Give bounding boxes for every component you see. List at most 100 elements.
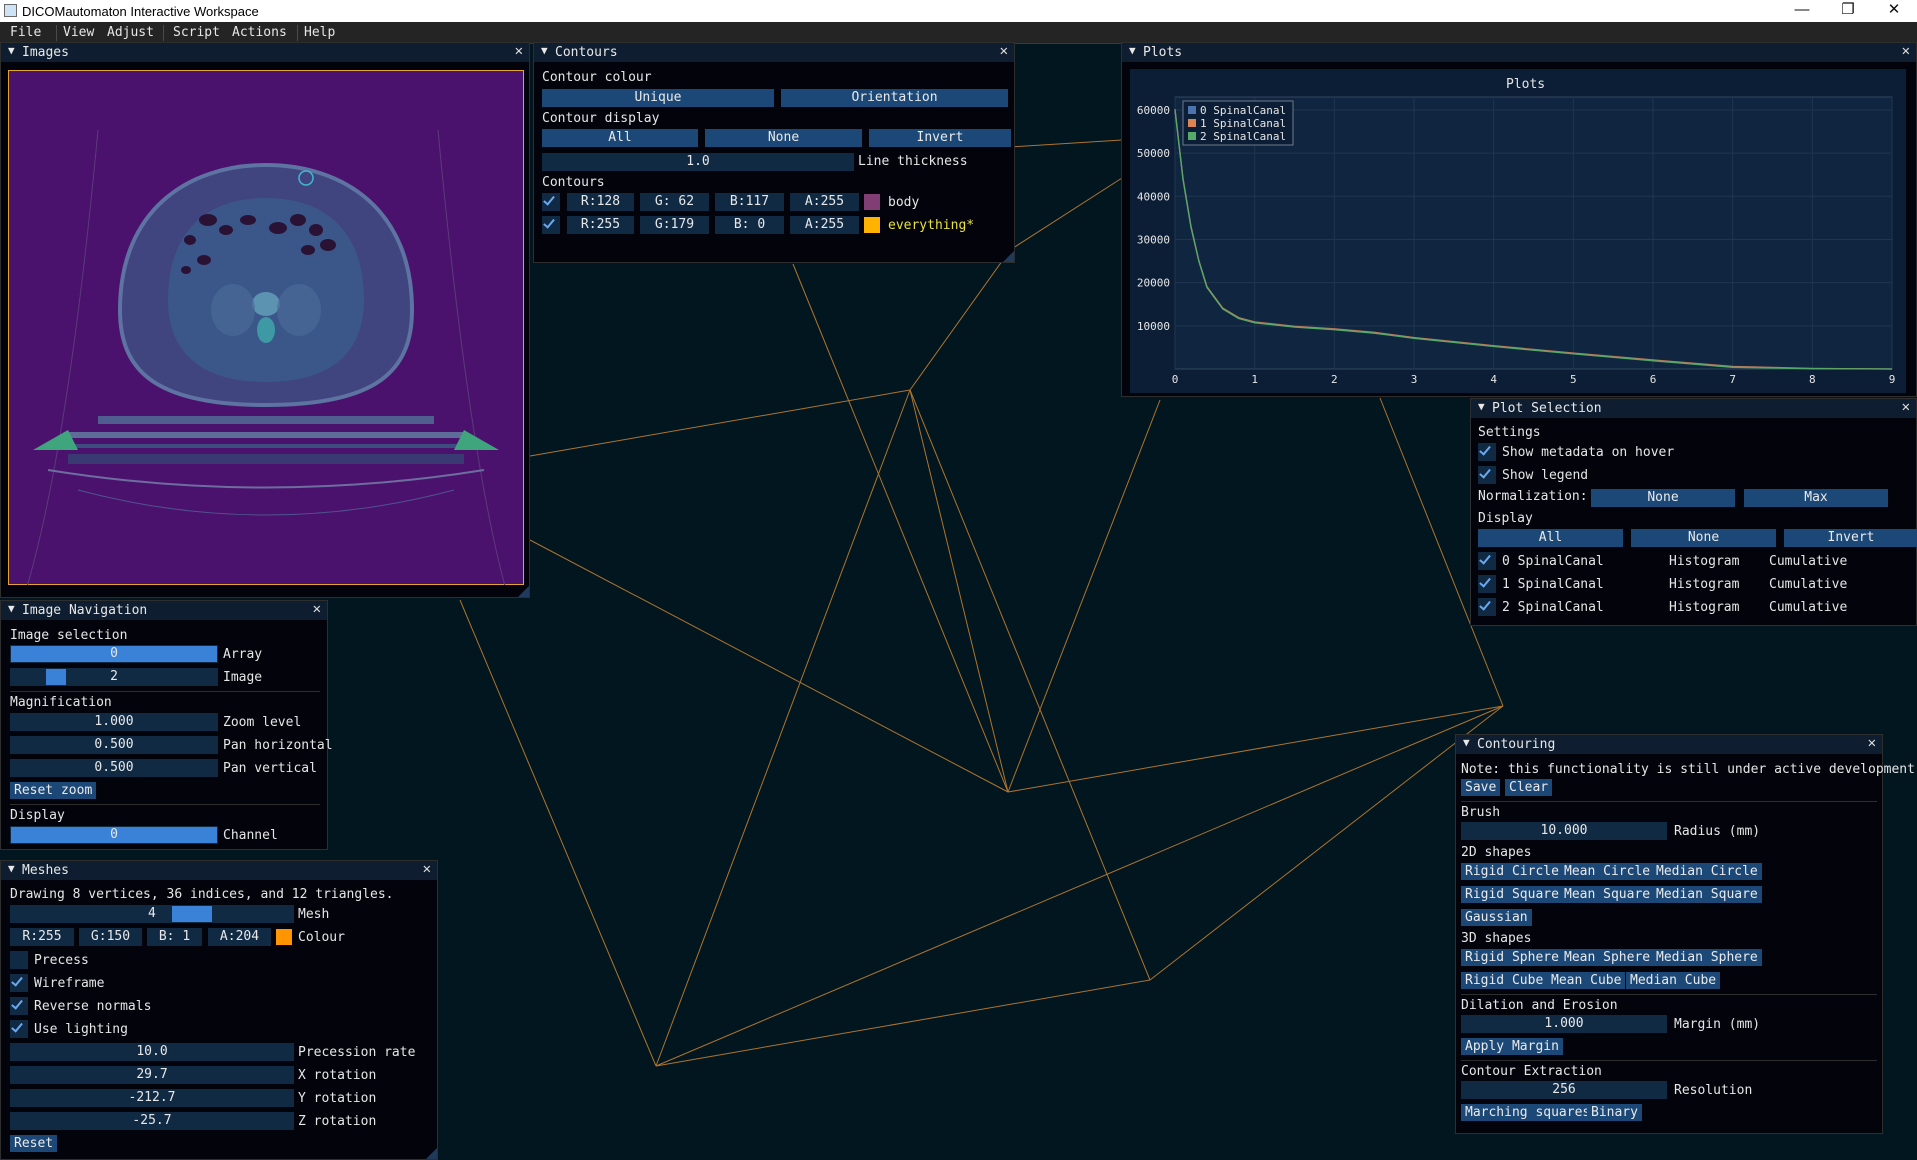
- resolution-field[interactable]: 256: [1461, 1081, 1667, 1099]
- pan-vertical-field[interactable]: 0.500: [10, 759, 218, 777]
- mean-circle-button[interactable]: Mean Circle: [1560, 863, 1655, 880]
- image-slider-grab[interactable]: [46, 669, 66, 685]
- invert-button[interactable]: Invert: [869, 129, 1011, 147]
- x-rotation-field[interactable]: 29.7: [10, 1066, 294, 1084]
- precess-checkbox[interactable]: [10, 951, 28, 969]
- contour-everything-r[interactable]: R:255: [567, 216, 634, 234]
- collapse-arrow-icon[interactable]: ▼: [8, 862, 15, 875]
- contour-everything-checkbox[interactable]: [542, 216, 560, 234]
- maximize-button[interactable]: ❐: [1825, 0, 1871, 22]
- plot-row-0-cumulative[interactable]: Cumulative: [1769, 554, 1847, 569]
- close-icon[interactable]: ✕: [423, 861, 431, 877]
- collapse-arrow-icon[interactable]: ▼: [541, 44, 548, 57]
- image-navigation-title-bar[interactable]: ▼ Image Navigation ✕: [1, 601, 327, 620]
- mesh-colour-g[interactable]: G:150: [79, 928, 142, 946]
- reverse-normals-checkbox[interactable]: [10, 997, 28, 1015]
- plot-row-1-checkbox[interactable]: [1478, 575, 1496, 593]
- menu-help[interactable]: Help: [304, 25, 335, 40]
- radius-field[interactable]: 10.000: [1461, 822, 1667, 840]
- precession-rate-field[interactable]: 10.0: [10, 1043, 294, 1061]
- close-icon[interactable]: ✕: [1868, 735, 1876, 751]
- plots-title-bar[interactable]: ▼ Plots ✕: [1122, 43, 1916, 62]
- mesh-colour-b[interactable]: B: 1: [147, 928, 202, 946]
- reset-zoom-button[interactable]: Reset zoom: [10, 782, 97, 799]
- save-button[interactable]: Save: [1461, 779, 1501, 796]
- plot-row-2-cumulative[interactable]: Cumulative: [1769, 600, 1847, 615]
- display-all-button[interactable]: All: [1478, 529, 1623, 547]
- mean-cube-button[interactable]: Mean Cube: [1547, 972, 1626, 989]
- close-icon[interactable]: ✕: [1000, 43, 1008, 59]
- wireframe-checkbox[interactable]: [10, 974, 28, 992]
- meshes-title-bar[interactable]: ▼ Meshes ✕: [1, 861, 437, 880]
- image-slider[interactable]: 2: [10, 668, 218, 686]
- plot-area[interactable]: Plots 0 1 2 3 4 5 6 7 8 9 10000 20000 30000 40000 5000…: [1130, 69, 1906, 393]
- close-icon[interactable]: ✕: [1902, 43, 1910, 59]
- contour-body-b[interactable]: B:117: [715, 193, 784, 211]
- rigid-square-button[interactable]: Rigid Square: [1461, 886, 1563, 903]
- collapse-arrow-icon[interactable]: ▼: [1463, 736, 1470, 749]
- contours-title-bar[interactable]: ▼ Contours ✕: [534, 43, 1014, 62]
- mean-square-button[interactable]: Mean Square: [1560, 886, 1655, 903]
- close-button[interactable]: ✕: [1871, 0, 1917, 22]
- display-none-button[interactable]: None: [1631, 529, 1776, 547]
- plot-row-0-histogram[interactable]: Histogram: [1669, 554, 1739, 569]
- collapse-arrow-icon[interactable]: ▼: [8, 44, 15, 57]
- menu-script[interactable]: Script: [173, 25, 220, 40]
- none-button[interactable]: None: [705, 129, 862, 147]
- margin-field[interactable]: 1.000: [1461, 1015, 1667, 1033]
- close-icon[interactable]: ✕: [1902, 399, 1910, 415]
- mean-sphere-button[interactable]: Mean Sphere: [1560, 949, 1655, 966]
- minimize-button[interactable]: —: [1779, 0, 1825, 22]
- clear-button[interactable]: Clear: [1505, 779, 1553, 796]
- median-square-button[interactable]: Median Square: [1652, 886, 1762, 903]
- contour-everything-g[interactable]: G:179: [640, 216, 709, 234]
- mesh-colour-r[interactable]: R:255: [10, 928, 74, 946]
- mesh-slider-grab[interactable]: [172, 906, 212, 922]
- median-cube-button[interactable]: Median Cube: [1626, 972, 1721, 989]
- rigid-sphere-button[interactable]: Rigid Sphere: [1461, 949, 1563, 966]
- array-slider[interactable]: 0: [10, 645, 218, 663]
- display-invert-button[interactable]: Invert: [1784, 529, 1917, 547]
- menu-view[interactable]: View: [63, 25, 94, 40]
- binary-button[interactable]: Binary: [1587, 1104, 1642, 1121]
- contour-everything-a[interactable]: A:255: [790, 216, 859, 234]
- contouring-title-bar[interactable]: ▼ Contouring ✕: [1456, 735, 1882, 754]
- normalization-none-button[interactable]: None: [1591, 489, 1735, 507]
- normalization-max-button[interactable]: Max: [1744, 489, 1888, 507]
- menu-actions[interactable]: Actions: [232, 25, 287, 40]
- line-thickness-field[interactable]: 1.0: [542, 153, 854, 171]
- mesh-colour-swatch[interactable]: [276, 929, 292, 945]
- images-title-bar[interactable]: ▼ Images ✕: [1, 43, 529, 62]
- plot-row-2-histogram[interactable]: Histogram: [1669, 600, 1739, 615]
- plot-row-1-histogram[interactable]: Histogram: [1669, 577, 1739, 592]
- pan-horizontal-field[interactable]: 0.500: [10, 736, 218, 754]
- channel-slider[interactable]: 0: [10, 826, 218, 844]
- marching-squares-button[interactable]: Marching squares: [1461, 1104, 1595, 1121]
- collapse-arrow-icon[interactable]: ▼: [1478, 400, 1485, 413]
- contour-everything-b[interactable]: B: 0: [715, 216, 784, 234]
- plot-row-2-checkbox[interactable]: [1478, 598, 1496, 616]
- zoom-level-field[interactable]: 1.000: [10, 713, 218, 731]
- show-metadata-checkbox[interactable]: [1478, 443, 1496, 461]
- rigid-cube-button[interactable]: Rigid Cube: [1461, 972, 1548, 989]
- contour-body-checkbox[interactable]: [542, 193, 560, 211]
- show-legend-checkbox[interactable]: [1478, 466, 1496, 484]
- z-rotation-field[interactable]: -25.7: [10, 1112, 294, 1130]
- median-sphere-button[interactable]: Median Sphere: [1652, 949, 1762, 966]
- mesh-colour-a[interactable]: A:204: [208, 928, 271, 946]
- plot-row-0-checkbox[interactable]: [1478, 552, 1496, 570]
- menu-adjust[interactable]: Adjust: [107, 25, 154, 40]
- y-rotation-field[interactable]: -212.7: [10, 1089, 294, 1107]
- unique-button[interactable]: Unique: [542, 89, 774, 107]
- close-icon[interactable]: ✕: [515, 43, 523, 59]
- use-lighting-checkbox[interactable]: [10, 1020, 28, 1038]
- contour-body-g[interactable]: G: 62: [640, 193, 709, 211]
- collapse-arrow-icon[interactable]: ▼: [1129, 44, 1136, 57]
- contour-body-a[interactable]: A:255: [790, 193, 859, 211]
- line-chart[interactable]: 0 1 2 3 4 5 6 7 8 9 10000 20000 30000 40000 50000 60000…: [1130, 69, 1906, 393]
- contour-body-swatch[interactable]: [864, 194, 880, 210]
- menu-file[interactable]: File: [10, 25, 41, 40]
- plot-selection-title-bar[interactable]: ▼ Plot Selection ✕: [1471, 399, 1916, 418]
- plot-row-1-cumulative[interactable]: Cumulative: [1769, 577, 1847, 592]
- mesh-slider[interactable]: 4: [10, 905, 294, 923]
